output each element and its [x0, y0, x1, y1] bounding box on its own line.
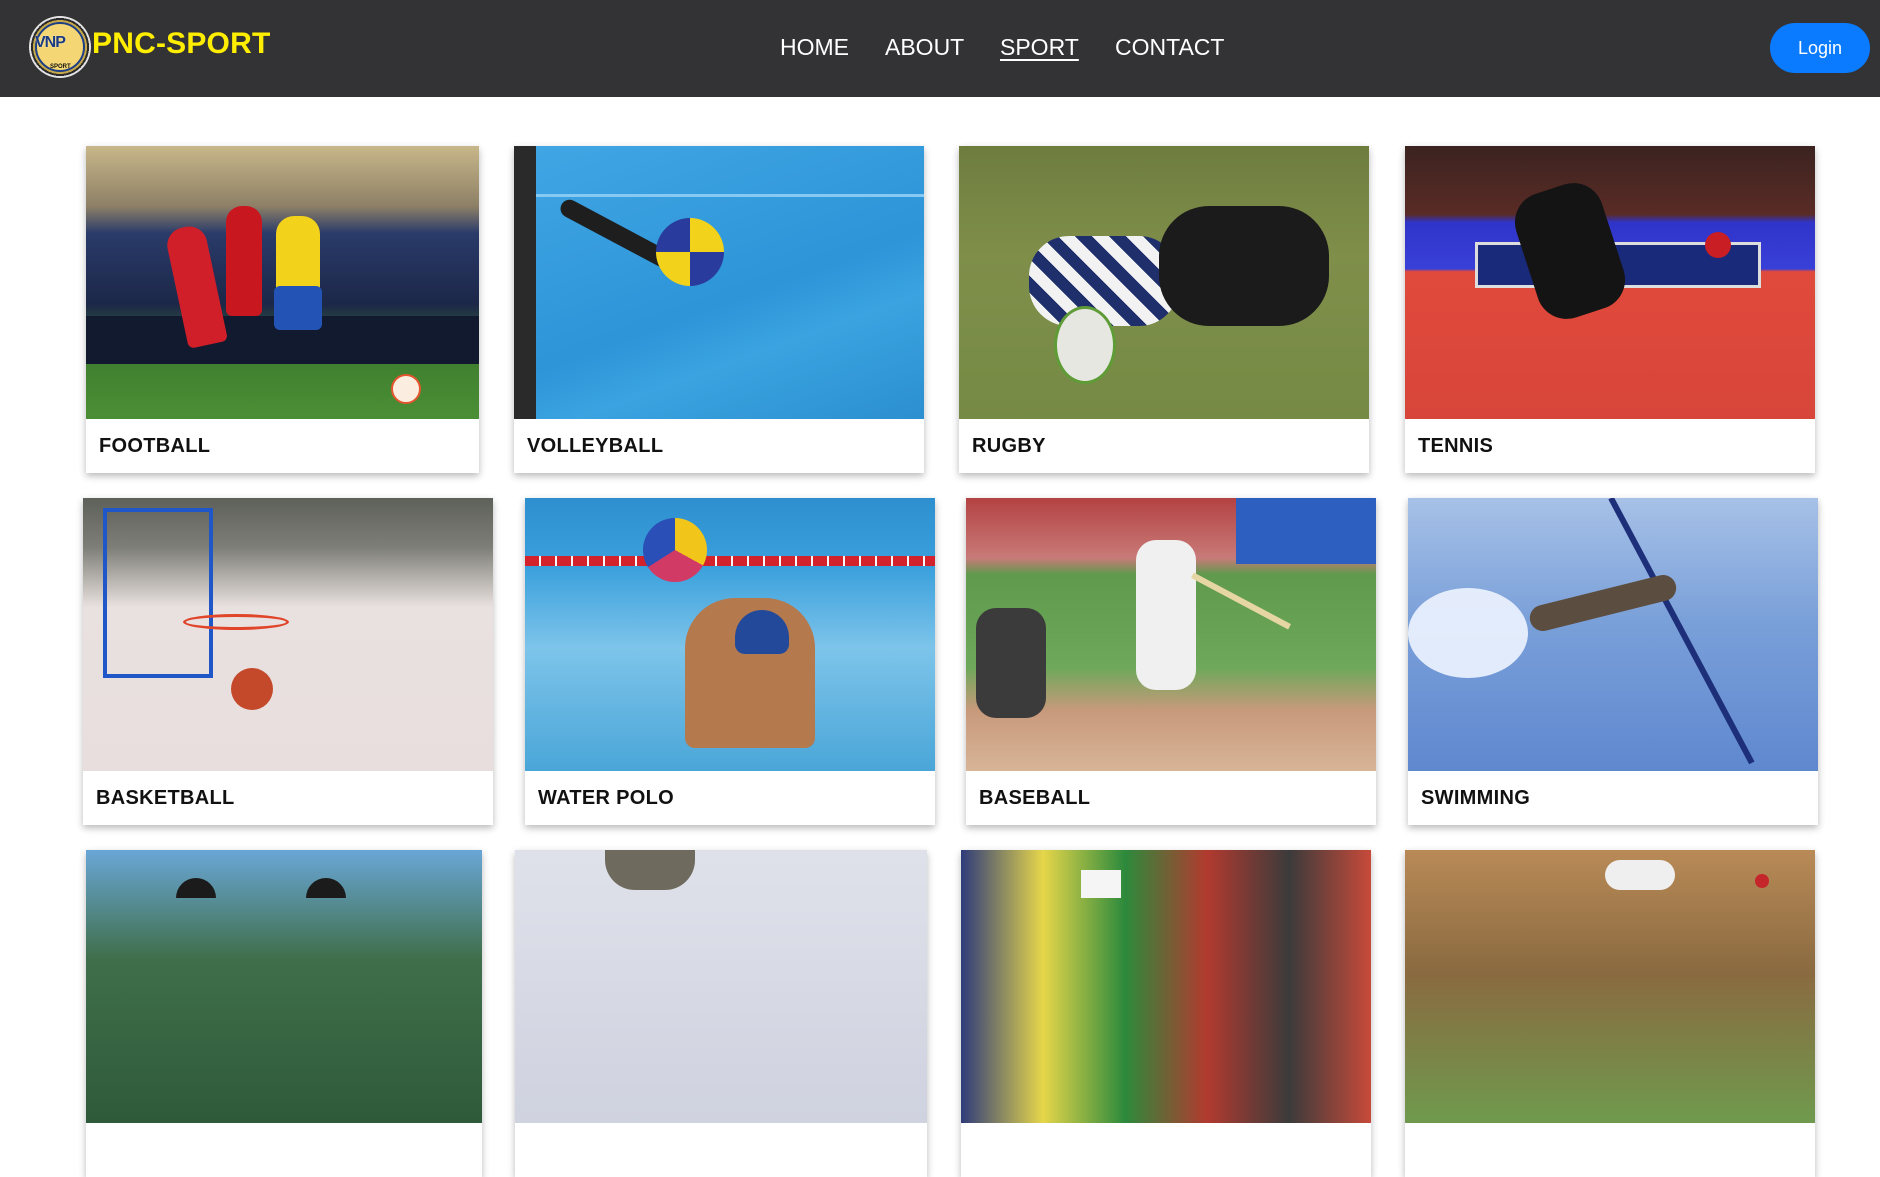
login-button[interactable]: Login — [1770, 23, 1870, 73]
volleyball-photo — [514, 146, 924, 419]
banner-shape — [1236, 498, 1376, 564]
player-blue-shorts-shape — [274, 286, 322, 330]
logo-text: VNP — [35, 34, 66, 51]
swimming-photo — [1408, 498, 1818, 771]
backboard-shape — [103, 508, 213, 678]
player-shape — [605, 850, 695, 890]
sport-card-cricket[interactable] — [1405, 850, 1815, 1177]
player-black-shape — [1159, 206, 1329, 326]
sport-card-swimming[interactable]: SWIMMING — [1408, 498, 1818, 825]
paddle-shape — [1705, 232, 1731, 258]
player-striped-shape — [1029, 236, 1179, 326]
player-red-2-shape — [226, 206, 262, 316]
player-shape — [1605, 860, 1675, 890]
nav-home-link[interactable]: HOME — [780, 34, 849, 61]
nav-about-link[interactable]: ABOUT — [885, 34, 964, 61]
football-photo — [86, 146, 479, 419]
volleyball-ball-shape — [656, 218, 724, 286]
hockey-photo — [515, 850, 927, 1123]
marathon-photo — [961, 850, 1371, 1123]
sport-card-cycling[interactable] — [86, 850, 482, 1177]
sport-card-rugby[interactable]: RUGBY — [959, 146, 1369, 473]
brand-logo[interactable]: VNP SPORT — [29, 16, 91, 78]
nav-contact-link[interactable]: CONTACT — [1115, 34, 1224, 61]
cricket-photo — [1405, 850, 1815, 1123]
court-line-shape — [534, 194, 924, 197]
football-ball-shape — [391, 374, 421, 404]
cricket-ball-shape — [1755, 874, 1769, 888]
sport-card-baseball[interactable]: BASEBALL — [966, 498, 1376, 825]
catcher-shape — [976, 608, 1046, 718]
logo-subtext: SPORT — [50, 64, 71, 70]
swimmer-shape — [1527, 572, 1679, 634]
player-shape — [1507, 175, 1633, 327]
sport-card-tennis[interactable]: TENNIS — [1405, 146, 1815, 473]
sport-card-water-polo[interactable]: WATER POLO — [525, 498, 935, 825]
sport-card-football[interactable]: FOOTBALL — [86, 146, 479, 473]
rugby-ball-shape — [1054, 306, 1116, 384]
brand-name[interactable]: PNC-SPORT — [92, 27, 270, 61]
sport-card-label: VOLLEYBALL — [527, 435, 664, 457]
cycling-photo — [86, 850, 482, 1123]
sport-card-label: BASEBALL — [979, 787, 1091, 809]
sport-card-label: WATER POLO — [538, 787, 674, 809]
sport-card-label: SWIMMING — [1421, 787, 1531, 809]
sport-card-label: BASKETBALL — [96, 787, 235, 809]
helmet-shape — [176, 878, 216, 898]
sport-card-hockey[interactable] — [515, 850, 927, 1177]
helmet-shape — [306, 878, 346, 898]
table-tennis-photo — [1405, 146, 1815, 419]
bib-shape — [1081, 870, 1121, 898]
rugby-photo — [959, 146, 1369, 419]
hoop-shape — [183, 614, 289, 630]
sport-card-marathon[interactable] — [961, 850, 1371, 1177]
sport-card-label: TENNIS — [1418, 435, 1494, 457]
nav-sport-link[interactable]: SPORT — [1000, 34, 1079, 61]
lane-line-shape — [1608, 498, 1755, 765]
sport-card-basketball[interactable]: BASKETBALL — [83, 498, 493, 825]
bat-shape — [1191, 572, 1291, 630]
batter-shape — [1136, 540, 1196, 690]
sport-card-label: FOOTBALL — [99, 435, 211, 457]
sport-card-volleyball[interactable]: VOLLEYBALL — [514, 146, 924, 473]
top-navbar: VNP SPORT PNC-SPORT HOME ABOUT SPORT CON… — [0, 0, 1880, 97]
sport-card-label: RUGBY — [972, 435, 1046, 457]
basketball-photo — [83, 498, 493, 771]
basketball-ball-shape — [231, 668, 273, 710]
splash-shape — [1408, 588, 1528, 678]
lane-rope-shape — [525, 556, 935, 566]
baseball-photo — [966, 498, 1376, 771]
water-polo-ball-shape — [643, 518, 707, 582]
player-leg-shape — [514, 146, 536, 419]
water-polo-photo — [525, 498, 935, 771]
